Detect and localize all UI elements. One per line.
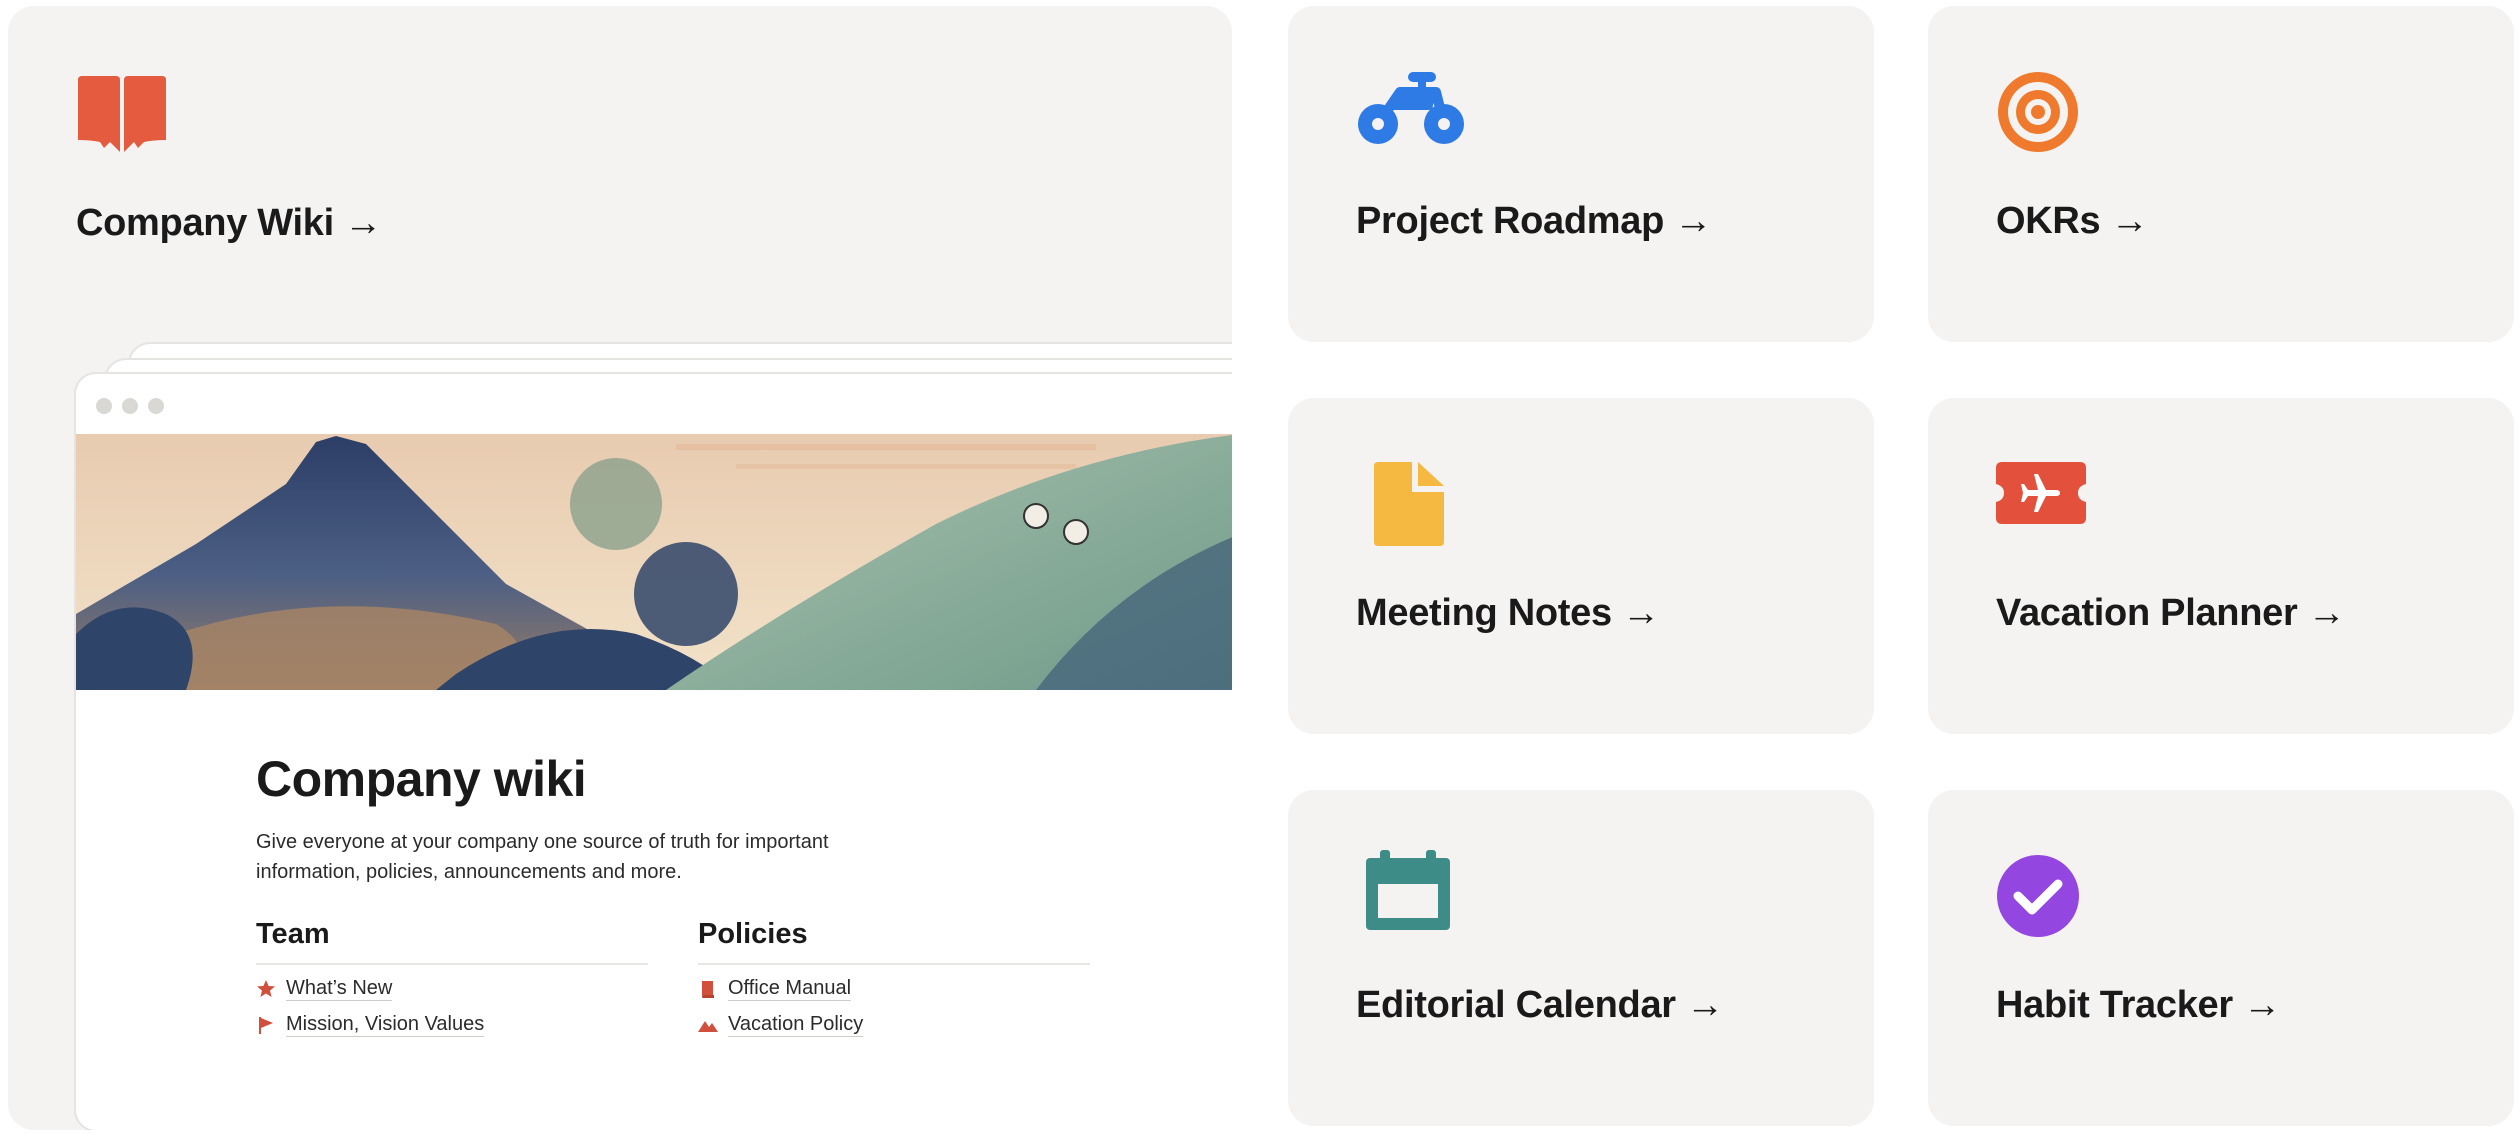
meeting-notes-title: Meeting Notes → <box>1356 592 1660 634</box>
office-manual-label: Office Manual <box>728 977 852 1001</box>
editorial-calendar-title: Editorial Calendar → <box>1356 984 1724 1026</box>
project-roadmap-card[interactable]: Project Roadmap → <box>1288 6 1874 342</box>
document-icon <box>1374 462 1444 546</box>
team-column: Team What’s New Mission, Vision Values <box>256 918 648 1037</box>
company-wiki-card[interactable]: Company Wiki → Company wiki Give everyon… <box>8 6 1232 1130</box>
office-manual-link[interactable]: Office Manual <box>698 977 1090 1001</box>
window-controls <box>96 398 164 414</box>
mission-link[interactable]: Mission, Vision Values <box>256 1013 648 1037</box>
flag-icon <box>259 1017 273 1034</box>
policies-column: Policies Office Manual Vacation Policy <box>698 918 1090 1037</box>
meeting-notes-card[interactable]: Meeting Notes → <box>1288 398 1874 734</box>
window-dot <box>122 398 138 414</box>
habit-tracker-title: Habit Tracker → <box>1996 984 2281 1026</box>
window-dot <box>148 398 164 414</box>
policies-heading: Policies <box>698 918 1090 965</box>
target-icon <box>1998 72 2078 152</box>
wiki-title: Company wiki <box>256 751 587 807</box>
team-heading: Team <box>256 918 648 965</box>
checkmark-circle-icon <box>1997 855 2079 937</box>
vacation-policy-link[interactable]: Vacation Policy <box>698 1013 1090 1037</box>
airplane-ticket-icon <box>1996 462 2086 524</box>
calendar-icon <box>1366 850 1450 930</box>
whats-new-label: What’s New <box>286 977 393 1001</box>
vacation-planner-title: Vacation Planner → <box>1996 592 2346 634</box>
whats-new-link[interactable]: What’s New <box>256 977 648 1001</box>
okrs-title: OKRs → <box>1996 200 2149 242</box>
okrs-card[interactable]: OKRs → <box>1928 6 2514 342</box>
star-icon <box>257 980 275 997</box>
mountain-icon <box>698 1021 718 1032</box>
book-icon <box>78 76 166 152</box>
wiki-description: Give everyone at your company one source… <box>256 831 829 883</box>
mission-label: Mission, Vision Values <box>286 1013 485 1037</box>
project-roadmap-title: Project Roadmap → <box>1356 200 1712 242</box>
wiki-preview-window: Company wiki Give everyone at your compa… <box>74 372 1232 1130</box>
book-small-icon <box>702 981 714 998</box>
editorial-calendar-card[interactable]: Editorial Calendar → <box>1288 790 1874 1126</box>
habit-tracker-card[interactable]: Habit Tracker → <box>1928 790 2514 1126</box>
vacation-planner-card[interactable]: Vacation Planner → <box>1928 398 2514 734</box>
vacation-policy-label: Vacation Policy <box>728 1013 864 1037</box>
bicycle-icon <box>1358 72 1464 144</box>
company-wiki-title: Company Wiki → <box>76 202 382 244</box>
window-dot <box>96 398 112 414</box>
cover-image <box>76 434 1232 690</box>
wiki-content: Company wiki Give everyone at your compa… <box>256 751 1156 1037</box>
